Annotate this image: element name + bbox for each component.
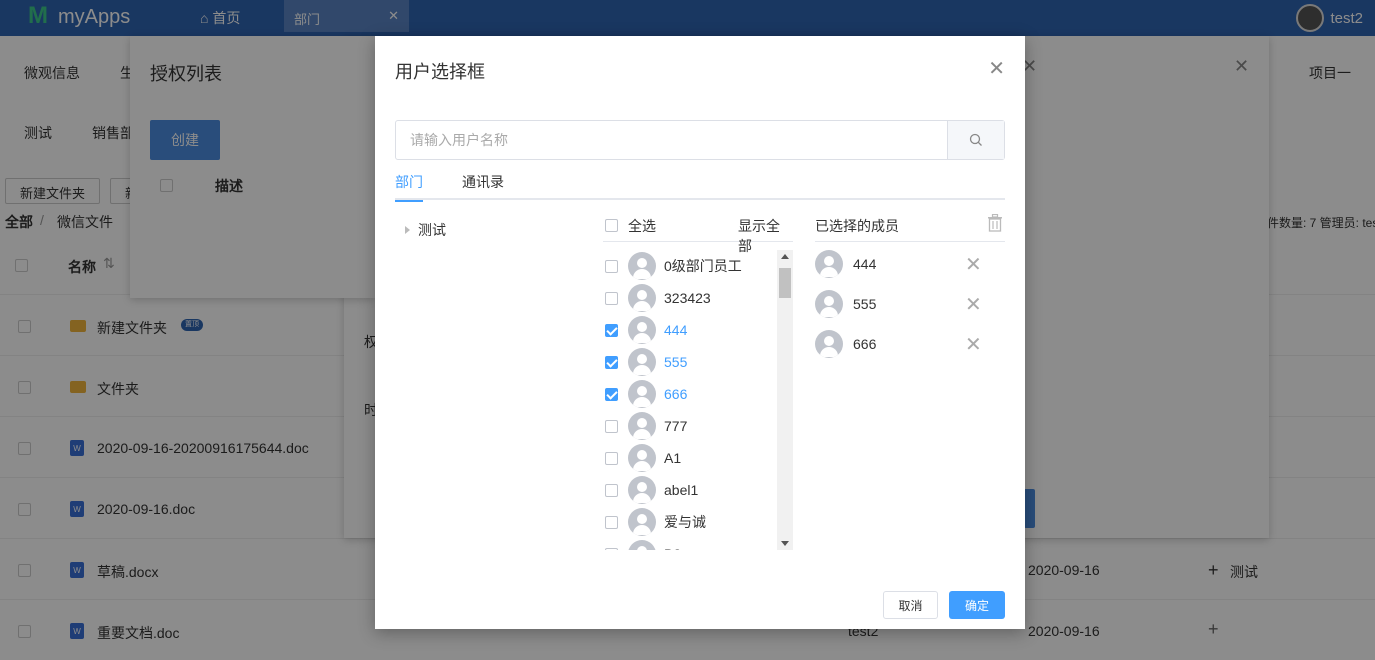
user-checkbox[interactable] [605,483,618,497]
selected-member: 666 ✕ [815,328,990,360]
tree-node-test[interactable]: 测试 [405,220,446,240]
user-checkbox[interactable] [605,291,618,305]
user-avatar-icon [628,476,656,504]
user-checkbox[interactable] [605,259,618,273]
member-avatar-icon [815,290,843,318]
user-name: B2 [664,546,681,550]
user-list-header: 全选 显示全部 [603,212,793,254]
user-avatar-icon [628,348,656,376]
user-avatar-icon [628,444,656,472]
user-avatar-icon [628,316,656,344]
user-avatar-icon [628,540,656,550]
selected-members-title: 已选择的成员 [815,218,899,234]
remove-icon[interactable]: ✕ [965,252,982,277]
selected-member: 555 ✕ [815,288,990,320]
user-name: 666 [664,386,688,402]
user-search-input[interactable] [396,121,948,159]
search-box [395,120,1005,160]
scroll-down-icon[interactable] [781,541,789,546]
user-item[interactable]: 666 [603,378,778,410]
member-name: 666 [853,336,877,352]
user-item[interactable]: 0级部门员工 [603,250,778,282]
user-checkbox[interactable] [605,515,618,529]
user-avatar-icon [628,252,656,280]
user-checkbox[interactable] [605,323,618,337]
user-avatar-icon [628,412,656,440]
scroll-up-icon[interactable] [781,254,789,259]
member-name: 555 [853,296,877,312]
user-name: 0级部门员工 [664,258,742,274]
user-item[interactable]: 777 [603,410,778,442]
caret-right-icon[interactable] [405,226,410,234]
user-item[interactable]: 555 [603,346,778,378]
user-name: abel1 [664,482,699,498]
user-avatar-icon [628,508,656,536]
dialog-title: 用户选择框 [395,62,485,82]
select-all-checkbox[interactable] [605,219,618,232]
user-item[interactable]: B2 [603,538,778,550]
cancel-button[interactable]: 取消 [883,591,938,619]
scroll-thumb[interactable] [779,268,791,298]
user-avatar-icon [628,284,656,312]
selected-members-header: 已选择的成员 [815,212,1005,242]
tab-department[interactable]: 部门 [395,172,423,202]
search-button[interactable] [947,121,1004,159]
user-name: 323423 [664,290,711,306]
user-name: 爱与诚 [664,514,706,530]
user-list: 0级部门员工 323423 444 555 666 777 A1 abel1 爱… [603,248,793,550]
member-avatar-icon [815,250,843,278]
user-name: 444 [664,322,688,338]
user-name: 555 [664,354,688,370]
confirm-button[interactable]: 确定 [949,591,1005,619]
user-item[interactable]: 爱与诚 [603,506,778,538]
user-item[interactable]: abel1 [603,474,778,506]
trash-icon[interactable] [987,214,1003,232]
user-avatar-icon [628,380,656,408]
user-checkbox[interactable] [605,387,618,401]
select-all-label[interactable]: 全选 [628,216,656,236]
tab-contacts[interactable]: 通讯录 [462,172,504,200]
user-checkbox[interactable] [605,419,618,433]
user-checkbox[interactable] [605,451,618,465]
user-checkbox[interactable] [605,547,618,550]
user-name: 777 [664,418,688,434]
member-avatar-icon [815,330,843,358]
user-item[interactable]: 444 [603,314,778,346]
close-icon[interactable]: ✕ [988,56,1005,81]
search-icon [969,133,982,146]
user-item[interactable]: 323423 [603,282,778,314]
user-item[interactable]: A1 [603,442,778,474]
user-checkbox[interactable] [605,355,618,369]
member-name: 444 [853,256,877,272]
user-list-scrollbar[interactable] [777,250,793,550]
remove-icon[interactable]: ✕ [965,292,982,317]
selected-member: 444 ✕ [815,248,990,280]
user-select-dialog: 用户选择框 ✕ 部门 通讯录 测试 全选 显示全部 0级部门员工 323423 … [375,36,1025,629]
tab-bar: 部门 通讯录 [395,172,1005,202]
remove-icon[interactable]: ✕ [965,332,982,357]
user-name: A1 [664,450,682,466]
